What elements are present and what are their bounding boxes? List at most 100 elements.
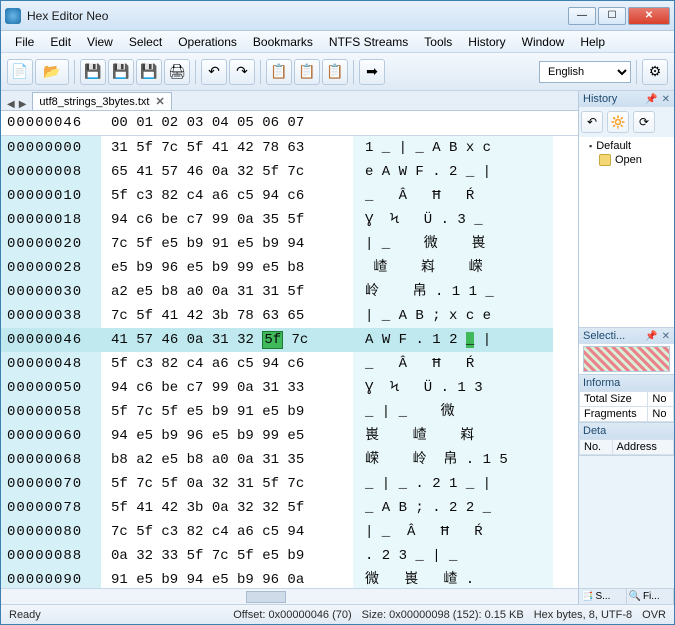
hex-row[interactable]: 0000006094 e5 b9 96 e5 b9 99 e5嵔 嵖 嵙 (1, 424, 578, 448)
print-button[interactable]: 🖨 (164, 59, 190, 85)
history-open-item[interactable]: Open (583, 153, 670, 167)
hex-row[interactable]: 00000028e5 b9 96 e5 b9 99 e5 b8 嵖 嵙 嵘 (1, 256, 578, 280)
hex-row[interactable]: 0000005094 c6 be c7 99 0a 31 33Ɣ Ϟ Ü . 1… (1, 376, 578, 400)
row-text[interactable]: _ | _ 微 (353, 400, 553, 424)
hex-view[interactable]: 00000046 00 01 02 03 04 05 06 07 0000000… (1, 111, 578, 588)
hex-row[interactable]: 0000001894 c6 be c7 99 0a 35 5fƔ Ϟ Ü . 3… (1, 208, 578, 232)
hex-row[interactable]: 000000880a 32 33 5f 7c 5f e5 b9. 2 3 _ |… (1, 544, 578, 568)
undo-button[interactable]: ↶ (201, 59, 227, 85)
row-text[interactable]: 嵖 嵙 嵘 (353, 256, 553, 280)
menu-ntfs-streams[interactable]: NTFS Streams (321, 33, 416, 51)
row-bytes[interactable]: b8 a2 e5 b8 a0 0a 31 35 (101, 448, 353, 472)
hex-row[interactable]: 000000485f c3 82 c4 a6 c5 94 c6_ Â Ħ Ŕ (1, 352, 578, 376)
row-text[interactable]: 嵔 嵖 嵙 (353, 424, 553, 448)
hex-row[interactable]: 000000785f 41 42 3b 0a 32 32 5f_ A B ; .… (1, 496, 578, 520)
horizontal-scrollbar[interactable] (1, 588, 578, 604)
row-text[interactable]: _ A B ; . 2 2 _ (353, 496, 553, 520)
row-bytes[interactable]: 91 e5 b9 94 e5 b9 96 0a (101, 568, 353, 588)
row-bytes[interactable]: e5 b9 96 e5 b9 99 e5 b8 (101, 256, 353, 280)
row-text[interactable]: 1 _ | _ A B x c (353, 136, 553, 160)
save-all-button[interactable]: 💾 (108, 59, 134, 85)
sidetab-structure[interactable]: 📑S... (579, 589, 627, 604)
menu-window[interactable]: Window (514, 33, 573, 51)
row-text[interactable]: _ Â Ħ Ŕ (353, 184, 553, 208)
minimize-button[interactable]: — (568, 7, 596, 25)
paste-button[interactable]: 📋 (294, 59, 320, 85)
row-bytes[interactable]: 41 57 46 0a 31 32 5f 7c (101, 328, 353, 352)
panel-close-icon[interactable]: ✕ (662, 94, 670, 105)
row-bytes[interactable]: 7c 5f e5 b9 91 e5 b9 94 (101, 232, 353, 256)
language-select[interactable]: English (539, 61, 631, 83)
hex-row[interactable]: 00000068b8 a2 e5 b8 a0 0a 31 35嵘 岭 帛 . 1… (1, 448, 578, 472)
row-text[interactable]: . 2 3 _ | _ (353, 544, 553, 568)
sidetab-find[interactable]: 🔍Fi... (627, 589, 675, 604)
row-text[interactable]: Ɣ Ϟ Ü . 1 3 (353, 376, 553, 400)
row-text[interactable]: 微 嵔 嵖 . (353, 568, 553, 588)
row-bytes[interactable]: 5f 7c 5f e5 b9 91 e5 b9 (101, 400, 353, 424)
details-col-no[interactable]: No. (580, 440, 613, 455)
row-bytes[interactable]: 7c 5f 41 42 3b 78 63 65 (101, 304, 353, 328)
hex-row[interactable]: 00000030a2 e5 b8 a0 0a 31 31 5f岭 帛 . 1 1… (1, 280, 578, 304)
tab-prev-icon[interactable]: ◀ (5, 99, 17, 110)
maximize-button[interactable]: ☐ (598, 7, 626, 25)
row-text[interactable]: Ɣ Ϟ Ü . 3 _ (353, 208, 553, 232)
hex-row[interactable]: 000000387c 5f 41 42 3b 78 63 65| _ A B ;… (1, 304, 578, 328)
goto-button[interactable]: ➡ (359, 59, 385, 85)
pin-icon[interactable]: 📌 (645, 331, 657, 342)
row-text[interactable]: _ Â Ħ Ŕ (353, 352, 553, 376)
hex-row[interactable]: 000000585f 7c 5f e5 b9 91 e5 b9_ | _ 微 (1, 400, 578, 424)
row-bytes[interactable]: a2 e5 b8 a0 0a 31 31 5f (101, 280, 353, 304)
menu-operations[interactable]: Operations (170, 33, 245, 51)
row-bytes[interactable]: 5f 41 42 3b 0a 32 32 5f (101, 496, 353, 520)
row-bytes[interactable]: 94 c6 be c7 99 0a 31 33 (101, 376, 353, 400)
menu-bookmarks[interactable]: Bookmarks (245, 33, 321, 51)
redo-button[interactable]: ↷ (229, 59, 255, 85)
row-text[interactable]: _ | _ . 2 1 _ | (353, 472, 553, 496)
row-text[interactable]: | _ 微 嵔 (353, 232, 553, 256)
hex-row[interactable]: 0000004641 57 46 0a 31 32 5f 7cA W F . 1… (1, 328, 578, 352)
row-bytes[interactable]: 5f c3 82 c4 a6 c5 94 c6 (101, 184, 353, 208)
panel-close-icon[interactable]: ✕ (662, 331, 670, 342)
menu-file[interactable]: File (7, 33, 42, 51)
row-bytes[interactable]: 0a 32 33 5f 7c 5f e5 b9 (101, 544, 353, 568)
close-button[interactable]: ✕ (628, 7, 670, 25)
row-text[interactable]: e A W F . 2 _ | (353, 160, 553, 184)
history-clear-icon[interactable]: ⟳ (633, 111, 655, 133)
pin-icon[interactable]: 📌 (645, 94, 657, 105)
scrollbar-thumb[interactable] (246, 591, 286, 603)
row-bytes[interactable]: 5f 7c 5f 0a 32 31 5f 7c (101, 472, 353, 496)
menu-edit[interactable]: Edit (42, 33, 79, 51)
hex-row[interactable]: 0000000031 5f 7c 5f 41 42 78 631 _ | _ A… (1, 136, 578, 160)
open-file-button[interactable]: 📂 (35, 59, 69, 85)
hex-row[interactable]: 000000105f c3 82 c4 a6 c5 94 c6_ Â Ħ Ŕ (1, 184, 578, 208)
hex-row[interactable]: 0000009091 e5 b9 94 e5 b9 96 0a微 嵔 嵖 . (1, 568, 578, 588)
row-bytes[interactable]: 94 c6 be c7 99 0a 35 5f (101, 208, 353, 232)
save-as-button[interactable]: 💾 (136, 59, 162, 85)
menu-tools[interactable]: Tools (416, 33, 460, 51)
history-undo-icon[interactable]: ↶ (581, 111, 603, 133)
hex-row[interactable]: 0000000865 41 57 46 0a 32 5f 7ce A W F .… (1, 160, 578, 184)
save-button[interactable]: 💾 (80, 59, 106, 85)
row-bytes[interactable]: 65 41 57 46 0a 32 5f 7c (101, 160, 353, 184)
row-bytes[interactable]: 5f c3 82 c4 a6 c5 94 c6 (101, 352, 353, 376)
row-text[interactable]: 嵘 岭 帛 . 1 5 (353, 448, 553, 472)
row-bytes[interactable]: 7c 5f c3 82 c4 a6 c5 94 (101, 520, 353, 544)
hex-row[interactable]: 000000807c 5f c3 82 c4 a6 c5 94| _ Â Ħ Ŕ (1, 520, 578, 544)
row-text[interactable]: | _ Â Ħ Ŕ (353, 520, 553, 544)
menu-select[interactable]: Select (121, 33, 170, 51)
history-redo-icon[interactable]: 🔆 (607, 111, 629, 133)
hex-row[interactable]: 000000207c 5f e5 b9 91 e5 b9 94| _ 微 嵔 (1, 232, 578, 256)
settings-button[interactable]: ⚙ (642, 59, 668, 85)
tab-next-icon[interactable]: ▶ (17, 99, 29, 110)
menu-history[interactable]: History (460, 33, 513, 51)
history-default-item[interactable]: ▪ Default (583, 139, 670, 153)
document-tab[interactable]: utf8_strings_3bytes.txt ✕ (32, 92, 171, 110)
details-col-address[interactable]: Address (612, 440, 673, 455)
tab-close-icon[interactable]: ✕ (155, 95, 164, 108)
menu-help[interactable]: Help (572, 33, 613, 51)
row-bytes[interactable]: 94 e5 b9 96 e5 b9 99 e5 (101, 424, 353, 448)
row-text[interactable]: | _ A B ; x c e (353, 304, 553, 328)
clipboard-button[interactable]: 📋 (322, 59, 348, 85)
row-text[interactable]: A W F . 1 2 _ | (353, 328, 553, 352)
copy-button[interactable]: 📋 (266, 59, 292, 85)
